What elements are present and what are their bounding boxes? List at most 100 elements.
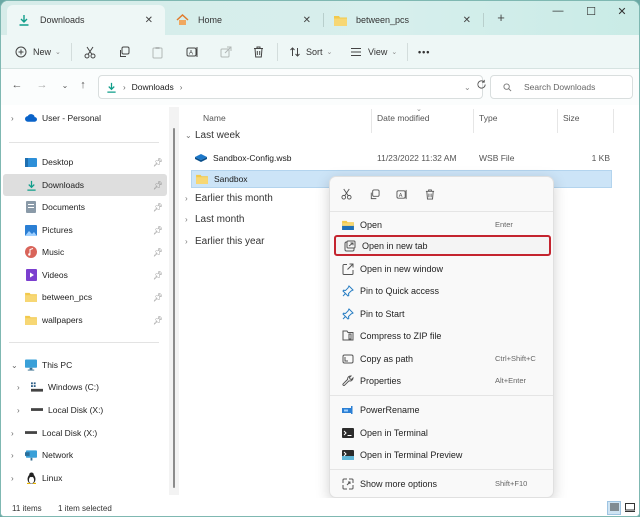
pin-icon[interactable]: 📌︎ xyxy=(153,203,163,212)
sidebar-item-windows-c[interactable]: › Windows (C:) xyxy=(3,376,167,398)
copy-button[interactable] xyxy=(118,35,130,69)
refresh-icon[interactable] xyxy=(476,79,487,92)
new-tab-button[interactable]: + xyxy=(493,10,509,25)
pin-icon[interactable]: 📌︎ xyxy=(153,316,163,325)
menu-item-open-in-terminal[interactable]: Open in Terminal xyxy=(334,422,551,443)
maximize-button[interactable]: ☐ xyxy=(580,5,602,18)
sidebar-item-music[interactable]: Music 📌︎ xyxy=(3,241,167,263)
new-button[interactable]: New ⌄ xyxy=(15,35,61,69)
rename-button[interactable]: A xyxy=(186,35,199,69)
cut-button[interactable] xyxy=(84,35,96,69)
menu-item-properties[interactable]: Properties Alt+Enter xyxy=(334,370,551,391)
pin-icon[interactable]: 📌︎ xyxy=(153,226,163,235)
cut-icon[interactable] xyxy=(338,186,354,202)
expand-chevron-icon[interactable]: › xyxy=(11,429,14,438)
column-divider[interactable] xyxy=(371,109,372,133)
group-header-earlier-this-year[interactable]: › Earlier this year xyxy=(185,236,264,247)
see-more-button[interactable]: ••• xyxy=(418,35,430,69)
pin-icon[interactable]: 📌︎ xyxy=(153,271,163,280)
file-row[interactable]: Sandbox-Config.wsb 11/23/2022 11:32 AM W… xyxy=(191,149,612,167)
group-header-earlier-this-month[interactable]: › Earlier this month xyxy=(185,193,273,204)
expand-chevron-icon[interactable]: › xyxy=(11,474,14,483)
menu-item-powerrename[interactable]: PowerRename xyxy=(334,399,551,420)
group-header-last-week[interactable]: ⌄ Last week xyxy=(185,130,240,141)
search-icon xyxy=(503,82,512,92)
wrench-icon xyxy=(341,374,355,388)
sidebar-item-pictures[interactable]: Pictures 📌︎ xyxy=(3,219,167,241)
menu-item-open[interactable]: Open Enter xyxy=(334,214,551,235)
column-header-date-modified[interactable]: Date modified xyxy=(377,113,429,123)
pin-icon[interactable]: 📌︎ xyxy=(153,248,163,257)
expand-chevron-icon[interactable]: › xyxy=(17,406,20,415)
breadcrumb-separator-icon[interactable]: › xyxy=(180,83,183,92)
tab-downloads[interactable]: Downloads ✕ xyxy=(7,5,165,35)
forward-arrow-icon[interactable]: → xyxy=(35,79,49,91)
tab-between-pcs[interactable]: between_pcs ✕ xyxy=(323,5,483,35)
sort-button[interactable]: Sort ⌄ xyxy=(289,35,332,69)
close-tab-icon[interactable]: ✕ xyxy=(303,15,311,26)
column-header-name[interactable]: Name xyxy=(203,113,226,123)
sidebar-item-network[interactable]: › Network xyxy=(3,444,167,466)
menu-item-copy-as-path[interactable]: Copy as path Ctrl+Shift+C xyxy=(334,348,551,369)
menu-item-label: Open in Terminal xyxy=(360,427,428,438)
address-bar[interactable]: › Downloads › ⌄ xyxy=(98,75,486,99)
pin-icon[interactable]: 📌︎ xyxy=(153,158,163,167)
pin-icon[interactable]: 📌︎ xyxy=(153,293,163,302)
minimize-button[interactable]: — xyxy=(547,5,569,17)
menu-item-open-in-new-window[interactable]: Open in new window xyxy=(334,258,551,279)
column-divider[interactable] xyxy=(613,109,614,133)
sidebar-item-desktop[interactable]: Desktop 📌︎ xyxy=(3,151,167,173)
column-header-size[interactable]: Size xyxy=(563,113,580,123)
menu-item-pin-to-start[interactable]: Pin to Start xyxy=(334,303,551,324)
menu-item-pin-to-quick-access[interactable]: Pin to Quick access xyxy=(334,280,551,301)
details-view-button[interactable] xyxy=(607,501,621,515)
delete-button[interactable] xyxy=(253,35,264,69)
close-tab-icon[interactable]: ✕ xyxy=(463,15,471,26)
details-view-icon xyxy=(609,503,619,513)
address-history-chevron-icon[interactable]: ⌄ xyxy=(464,83,471,92)
expand-chevron-icon[interactable]: › xyxy=(11,114,14,123)
group-header-last-month[interactable]: › Last month xyxy=(185,214,244,225)
sidebar-item-between-pcs[interactable]: between_pcs 📌︎ xyxy=(3,286,167,308)
sidebar-item-documents[interactable]: Documents 📌︎ xyxy=(3,196,167,218)
breadcrumb-downloads[interactable]: Downloads xyxy=(132,82,174,92)
menu-item-open-in-new-tab[interactable]: Open in new tab xyxy=(334,235,551,256)
close-tab-icon[interactable]: ✕ xyxy=(145,15,153,26)
column-divider[interactable] xyxy=(557,109,558,133)
sidebar-item-onedrive[interactable]: › User - Personal xyxy=(3,107,167,129)
sidebar-item-local-disk-x[interactable]: › Local Disk (X:) xyxy=(3,399,167,421)
column-header-type[interactable]: Type xyxy=(479,113,497,123)
sidebar-item-downloads[interactable]: Downloads 📌︎ xyxy=(3,174,167,196)
pin-icon[interactable]: 📌︎ xyxy=(153,181,163,190)
sidebar-item-videos[interactable]: Videos 📌︎ xyxy=(3,264,167,286)
expand-chevron-icon[interactable]: › xyxy=(11,451,14,460)
sidebar-item-local-disk-x-root[interactable]: › Local Disk (X:) xyxy=(3,422,167,444)
sidebar-item-linux[interactable]: › Linux xyxy=(3,467,167,489)
folder-icon xyxy=(333,13,347,27)
expand-chevron-icon[interactable]: › xyxy=(17,383,20,392)
view-button[interactable]: View ⌄ xyxy=(350,35,397,69)
menu-item-compress-to-zip[interactable]: Compress to ZIP file xyxy=(334,325,551,346)
recent-locations-chevron-icon[interactable]: ⌄ xyxy=(58,81,72,90)
rename-icon[interactable]: A xyxy=(394,186,410,202)
up-arrow-icon[interactable]: ↑ xyxy=(76,79,90,91)
sidebar-item-label: Network xyxy=(42,450,74,460)
paste-button[interactable] xyxy=(152,35,163,69)
tab-home[interactable]: Home ✕ xyxy=(165,5,323,35)
copy-icon[interactable] xyxy=(366,186,382,202)
close-window-button[interactable]: ✕ xyxy=(611,5,633,18)
collapse-chevron-icon[interactable]: ⌄ xyxy=(11,361,18,370)
sidebar-item-wallpapers[interactable]: wallpapers 📌︎ xyxy=(3,309,167,331)
delete-icon[interactable] xyxy=(422,186,438,202)
new-tab-icon xyxy=(343,239,357,253)
tiles-view-button[interactable] xyxy=(623,501,637,515)
share-button[interactable] xyxy=(220,35,232,69)
menu-item-show-more-options[interactable]: Show more options Shift+F10 xyxy=(334,473,551,494)
sidebar-item-label: wallpapers xyxy=(42,315,83,325)
column-divider[interactable] xyxy=(473,109,474,133)
sidebar-item-this-pc[interactable]: ⌄ This PC xyxy=(3,354,167,376)
sidebar-scrollbar-thumb[interactable] xyxy=(173,128,175,488)
menu-item-open-in-terminal-preview[interactable]: Open in Terminal Preview xyxy=(334,444,551,465)
back-arrow-icon[interactable]: ← xyxy=(10,79,24,91)
search-input[interactable]: Search Downloads xyxy=(490,75,633,99)
